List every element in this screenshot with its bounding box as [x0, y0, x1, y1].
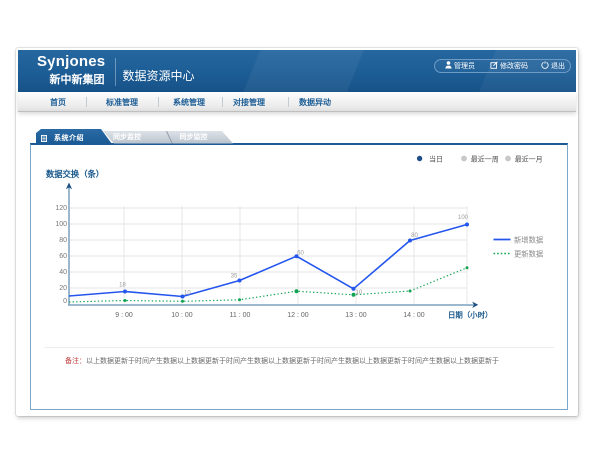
svg-text:80: 80: [411, 233, 418, 239]
svg-text:数据交换（条）: 数据交换（条）: [46, 169, 104, 179]
svg-text:12 : 00: 12 : 00: [287, 312, 309, 319]
svg-text:120: 120: [55, 205, 67, 212]
svg-text:60: 60: [297, 251, 304, 257]
svg-text:100: 100: [55, 221, 67, 228]
svg-text:最近一周: 最近一周: [471, 154, 499, 163]
svg-text:0: 0: [63, 298, 67, 305]
svg-text:18: 18: [119, 283, 126, 289]
svg-text:10: 10: [184, 291, 191, 297]
svg-text:当日: 当日: [429, 154, 443, 163]
svg-text:9 : 00: 9 : 00: [115, 312, 133, 319]
svg-text:日期（小时）: 日期（小时）: [448, 311, 492, 320]
svg-text:35: 35: [231, 274, 238, 280]
svg-text:100: 100: [458, 215, 469, 221]
svg-text:80: 80: [59, 237, 67, 244]
svg-text:最近一月: 最近一月: [515, 154, 543, 163]
svg-text:60: 60: [59, 253, 67, 260]
svg-text:新增数据: 新增数据: [514, 236, 543, 245]
svg-text:20: 20: [59, 285, 67, 292]
svg-text:13 : 00: 13 : 00: [345, 312, 367, 319]
svg-text:14 : 00: 14 : 00: [403, 312, 425, 319]
svg-text:11 : 00: 11 : 00: [230, 312, 251, 319]
svg-text:10 : 00: 10 : 00: [171, 312, 193, 319]
svg-text:更新数据: 更新数据: [514, 250, 543, 259]
svg-text:40: 40: [59, 269, 67, 276]
svg-text:10: 10: [356, 290, 363, 296]
